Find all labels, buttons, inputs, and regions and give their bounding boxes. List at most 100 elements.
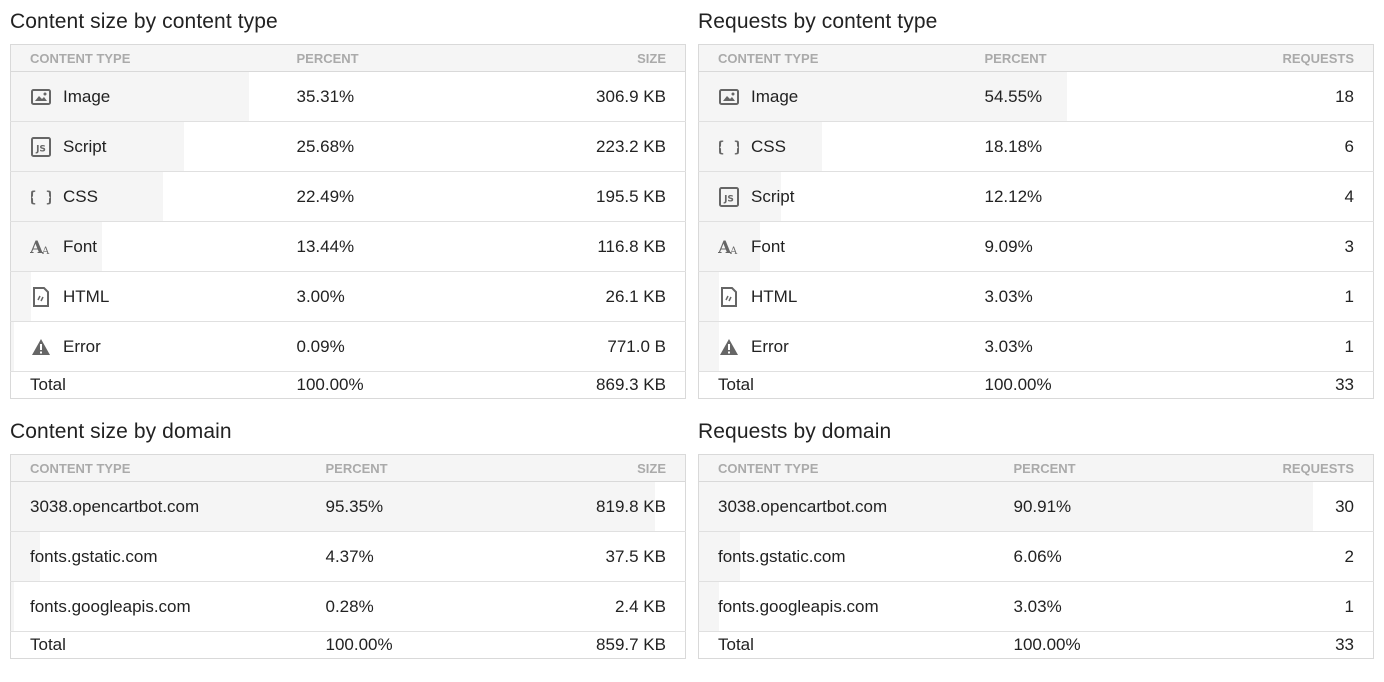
column-header-requests[interactable]: REQUESTS (1165, 44, 1374, 72)
column-header-percent[interactable]: PERCENT (994, 454, 1175, 482)
share-bar (699, 322, 720, 371)
cell-value: 116.8 KB (477, 221, 686, 272)
table-row: fonts.gstatic.com 6.06% 2 (698, 531, 1374, 582)
total-row: Total 100.00% 33 (699, 632, 1374, 659)
column-header-size[interactable]: SIZE (486, 454, 686, 482)
cell-percent: 3.00% (277, 271, 478, 322)
share-bar (11, 322, 14, 371)
requests-by-type-panel: Requests by content type CONTENT TYPE PE… (698, 0, 1374, 399)
svg-text:A: A (729, 246, 738, 257)
table-row: { } CSS 18.18% 6 (698, 121, 1374, 172)
cell-value: 819.8 KB (486, 481, 686, 532)
row-label: Error (751, 336, 789, 356)
cell-label: 3038.opencartbot.com (698, 481, 1313, 532)
total-row: Total 100.00% 859.7 KB (11, 632, 686, 659)
percent-value: 4.37% (325, 546, 374, 566)
row-label: fonts.googleapis.com (718, 596, 879, 616)
column-header-content-type[interactable]: CONTENT TYPE (698, 44, 966, 72)
cell-label: fonts.googleapis.com (698, 581, 995, 632)
table-row: 3038.opencartbot.com 95.35% 819.8 KB (10, 481, 686, 532)
html-icon (718, 286, 740, 307)
column-header-content-type[interactable]: CONTENT TYPE (10, 44, 278, 72)
cell-label: Error (698, 321, 966, 372)
font-icon: AA (718, 237, 740, 257)
percent-value: 35.31% (296, 86, 355, 106)
row-label: fonts.gstatic.com (718, 546, 846, 566)
cell-label: Error (10, 321, 278, 372)
size-by-type-panel: Content size by content type CONTENT TYP… (10, 0, 686, 399)
panel-title: Content size by domain (10, 420, 232, 443)
total-percent: 100.00% (325, 635, 393, 654)
cell-label: A A Font (10, 221, 278, 272)
column-header-percent[interactable]: PERCENT (965, 44, 1166, 72)
percent-value: 3.00% (296, 286, 345, 306)
row-label: fonts.gstatic.com (30, 546, 158, 566)
cell-percent: 35.31% (277, 71, 478, 122)
panel-title: Content size by content type (10, 10, 278, 33)
column-header-percent[interactable]: PERCENT (277, 44, 478, 72)
row-label: Error (63, 336, 101, 356)
cell-value: 223.2 KB (477, 121, 686, 172)
font-icon: AA (30, 237, 52, 257)
percent-value: 0.09% (296, 336, 345, 356)
percent-value: 3.03% (984, 286, 1033, 306)
cell-value: 771.0 B (477, 321, 686, 372)
table-row: 3038.opencartbot.com 90.91% 30 (698, 481, 1374, 532)
column-header-content-type[interactable]: CONTENT TYPE (10, 454, 307, 482)
percent-value: 95.35% (325, 496, 384, 516)
cell-value: 37.5 KB (486, 531, 686, 582)
table-row: Image 54.55% 18 (698, 71, 1374, 122)
row-label: Script (751, 186, 795, 206)
cell-label: 3038.opencartbot.com (10, 481, 655, 532)
cell-percent: 6.06% (994, 531, 1175, 582)
table-row: Error 3.03% 1 (698, 321, 1374, 372)
image-icon (30, 87, 52, 107)
cell-percent: 3.03% (965, 271, 1166, 322)
total-value: 33 (1335, 375, 1354, 394)
cell-value: 306.9 KB (477, 71, 686, 122)
cell-label: JS Script (698, 171, 966, 222)
column-header-requests[interactable]: REQUESTS (1174, 454, 1374, 482)
row-label: fonts.googleapis.com (30, 596, 191, 616)
row-label: 3038.opencartbot.com (718, 496, 888, 516)
svg-text:JS: JS (35, 144, 46, 154)
percent-value: 54.55% (984, 86, 1043, 106)
cell-percent: 54.55% (965, 71, 1166, 122)
cell-percent: 9.09% (965, 221, 1166, 272)
cell-label: Image (698, 71, 1068, 122)
table-row: A A Font 13.44% 116.8 KB (10, 221, 686, 272)
table-row: JS Script 25.68% 223.2 KB (10, 121, 686, 172)
cell-percent: 13.44% (277, 221, 478, 272)
table-row: fonts.googleapis.com 0.28% 2.4 KB (10, 581, 686, 632)
row-label: CSS (751, 136, 786, 156)
cell-value: 195.5 KB (477, 171, 686, 222)
cell-percent: 95.35% (306, 481, 487, 532)
html-icon (30, 286, 52, 307)
panel-title: Requests by domain (698, 420, 892, 443)
percent-value: 25.68% (296, 136, 355, 156)
cell-label: fonts.gstatic.com (10, 531, 307, 582)
cell-label: { } CSS (698, 121, 966, 172)
cell-value: 6 (1165, 121, 1374, 172)
column-header-percent[interactable]: PERCENT (306, 454, 487, 482)
script-icon: JS (718, 186, 740, 207)
column-header-content-type[interactable]: CONTENT TYPE (698, 454, 995, 482)
column-header-size[interactable]: SIZE (477, 44, 686, 72)
cell-percent: 0.28% (306, 581, 487, 632)
cell-value: 30 (1174, 481, 1374, 532)
cell-label: fonts.gstatic.com (698, 531, 995, 582)
table-row: Image 35.31% 306.9 KB (10, 71, 686, 122)
cell-percent: 25.68% (277, 121, 478, 172)
percent-value: 13.44% (296, 236, 355, 256)
cell-value: 3 (1165, 221, 1374, 272)
requests-by-domain-table: CONTENT TYPE PERCENT REQUESTS 3038.openc… (698, 454, 1374, 659)
cell-percent: 18.18% (965, 121, 1166, 172)
row-label: HTML (751, 286, 798, 306)
share-bar (699, 272, 720, 321)
cell-percent: 0.09% (277, 321, 478, 372)
table-row: fonts.gstatic.com 4.37% 37.5 KB (10, 531, 686, 582)
warning-icon (718, 337, 740, 357)
percent-value: 0.28% (325, 596, 374, 616)
cell-value: 1 (1174, 581, 1374, 632)
size-by-domain-panel: Content size by domain CONTENT TYPE PERC… (10, 410, 686, 659)
